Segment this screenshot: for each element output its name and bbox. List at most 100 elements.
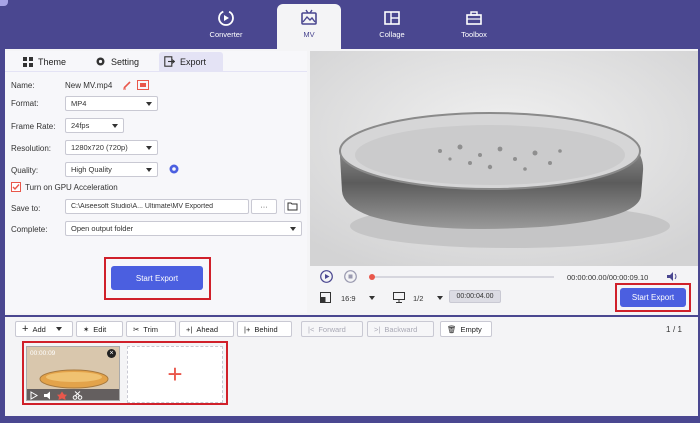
gpu-checkbox[interactable] — [11, 182, 21, 192]
gear-icon — [96, 57, 105, 66]
close-icon[interactable]: × — [107, 349, 116, 358]
browse-button[interactable]: ··· — [251, 199, 277, 214]
edit-button[interactable]: ✶ Edit — [76, 321, 123, 337]
clip-duration: 00:00:09 — [30, 350, 56, 357]
magic-wand-icon: ✶ — [83, 324, 90, 334]
caret-down-icon[interactable] — [437, 296, 443, 300]
volume-icon[interactable] — [667, 272, 678, 281]
framerate-label: Frame Rate: — [11, 122, 56, 131]
gear-icon[interactable] — [168, 163, 180, 175]
subtab-setting[interactable]: Setting — [95, 52, 139, 71]
name-label: Name: — [11, 81, 35, 90]
forward-button[interactable]: |< Forward — [301, 321, 363, 337]
folder-icon — [287, 202, 298, 211]
add-clip-button[interactable]: + — [127, 346, 223, 403]
tab-mv[interactable]: MV — [277, 4, 341, 49]
complete-select[interactable]: Open output folder — [65, 221, 302, 236]
video-preview — [310, 51, 698, 266]
empty-label: Empty — [460, 324, 482, 334]
quality-select[interactable]: High Quality — [65, 162, 158, 177]
caret-down-icon — [290, 227, 296, 231]
plus-icon: + — [22, 323, 29, 335]
duration-value: 00:00:04.00 — [456, 293, 494, 300]
subtab-theme[interactable]: Theme — [23, 52, 66, 71]
tab-label: Converter — [209, 30, 243, 39]
pencil-icon[interactable] — [122, 80, 132, 90]
format-value: MP4 — [71, 99, 87, 108]
caret-down-icon[interactable] — [369, 296, 375, 300]
backward-label: Backward — [384, 324, 418, 334]
caret-down-icon — [55, 327, 62, 331]
petri-dish-image — [310, 51, 698, 266]
tab-label: MV — [303, 30, 315, 39]
start-export-button[interactable]: Start Export — [111, 266, 203, 290]
duration-field[interactable]: 00:00:04.00 — [449, 290, 501, 303]
trim-button[interactable]: ✂ Trim — [126, 321, 176, 337]
time-readout: 00:00:00.00/00:00:09.10 — [567, 273, 649, 282]
resolution-value: 1280x720 (720p) — [71, 143, 128, 152]
add-button[interactable]: + Add — [15, 321, 73, 337]
volume-icon — [44, 391, 50, 400]
play-icon[interactable] — [320, 270, 333, 283]
plus-bar-icon: +| — [186, 324, 193, 334]
stop-icon[interactable] — [344, 270, 357, 283]
aspect-ratio-icon — [320, 292, 331, 303]
start-export-label: Start Export — [135, 273, 179, 283]
saveto-field[interactable]: C:\Aiseesoft Studio\A... Ultimate\MV Exp… — [65, 199, 249, 214]
forward-icon: |< — [308, 324, 315, 334]
start-export-button-player[interactable]: Start Export — [620, 288, 686, 307]
format-label: Format: — [11, 99, 39, 108]
resolution-select[interactable]: 1280x720 (720p) — [65, 140, 158, 155]
clip-controls — [30, 391, 83, 400]
backward-button[interactable]: >| Backward — [367, 321, 434, 337]
converter-icon — [218, 10, 234, 26]
collage-icon — [384, 11, 400, 25]
tab-label: Toolbox — [461, 30, 487, 39]
scissors-icon — [72, 391, 83, 400]
star-icon — [57, 391, 67, 400]
ratio-value[interactable]: 16:9 — [341, 294, 356, 303]
caret-down-icon — [146, 168, 152, 172]
tab-toolbox[interactable]: Toolbox — [442, 4, 506, 49]
tab-label: Collage — [379, 30, 405, 39]
id-tag-icon[interactable] — [137, 80, 149, 90]
progress-track[interactable] — [372, 276, 554, 278]
open-folder-button[interactable] — [284, 199, 301, 214]
page-total: / 1 — [673, 325, 682, 334]
name-value: New MV.mp4 — [65, 81, 113, 90]
play-icon — [30, 391, 38, 400]
trash-icon: 🗑 — [447, 324, 457, 334]
tab-converter[interactable]: Converter — [194, 4, 258, 49]
more-dots: ··· — [260, 202, 268, 211]
format-select[interactable]: MP4 — [65, 96, 158, 111]
ahead-button[interactable]: +| Ahead — [179, 321, 234, 337]
top-nav-bar — [0, 0, 700, 49]
tab-collage[interactable]: Collage — [360, 4, 424, 49]
subtab-export[interactable]: Export — [159, 52, 223, 71]
complete-label: Complete: — [11, 225, 48, 234]
add-label: Add — [32, 324, 46, 334]
export-icon — [164, 56, 175, 67]
mv-icon — [301, 9, 317, 25]
progress-handle[interactable] — [369, 274, 375, 280]
clip-thumbnail[interactable]: 00:00:09 × — [26, 346, 120, 401]
framerate-select[interactable]: 24fps — [65, 118, 124, 133]
gpu-label: Turn on GPU Acceleration — [25, 183, 118, 192]
checkmark-icon — [12, 184, 20, 191]
divider — [5, 71, 307, 72]
monitor-icon — [393, 292, 405, 303]
ahead-label: Ahead — [196, 324, 219, 334]
resolution-label: Resolution: — [11, 144, 52, 153]
zoom-value[interactable]: 1/2 — [413, 294, 423, 303]
backward-icon: >| — [374, 324, 381, 334]
subtab-label: Setting — [111, 56, 140, 67]
quality-value: High Quality — [71, 165, 112, 174]
caret-down-icon — [146, 146, 152, 150]
framerate-value: 24fps — [71, 121, 90, 130]
behind-label: Behind — [254, 324, 278, 334]
start-export-label: Start Export — [631, 293, 675, 302]
behind-button[interactable]: |+ Behind — [237, 321, 292, 337]
scissors-icon: ✂ — [133, 324, 140, 334]
caret-down-icon — [146, 102, 152, 106]
empty-button[interactable]: 🗑 Empty — [440, 321, 492, 337]
